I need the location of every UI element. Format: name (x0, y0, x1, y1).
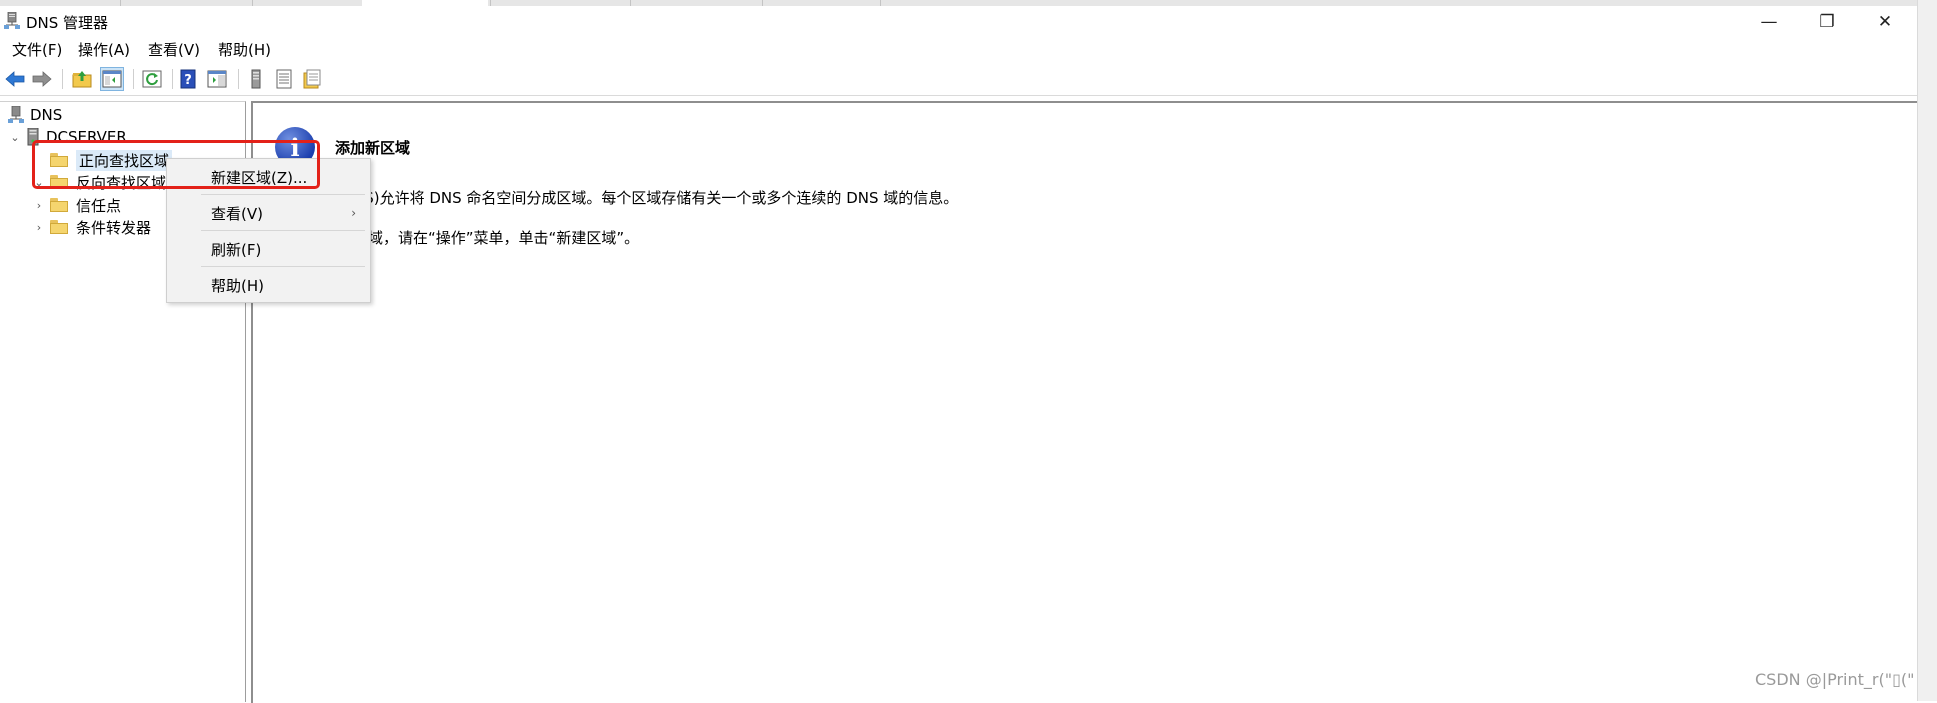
help-button[interactable]: ? (176, 67, 200, 91)
server-button[interactable] (244, 67, 268, 91)
close-button[interactable]: ✕ (1856, 6, 1914, 38)
list-icon (276, 69, 292, 89)
tree-item-label: 反向查找区域 (76, 173, 167, 192)
tree-server-label: DCSERVER (46, 128, 127, 146)
context-menu-help[interactable]: 帮助(H) (167, 271, 370, 299)
help-icon: ? (180, 69, 196, 89)
tree-item-label: 信任点 (76, 196, 122, 215)
menu-file[interactable]: 文件(F) (8, 39, 66, 60)
context-menu-view[interactable]: 查看(V) › (167, 199, 370, 227)
toolbar: ? (0, 63, 1917, 96)
tree-item-forward-lookup-zones[interactable]: 正向查找区域 (36, 149, 173, 171)
properties-button[interactable] (300, 67, 324, 91)
tree-root-label: DNS (30, 106, 63, 124)
menu-view[interactable]: 查看(V) (144, 39, 204, 60)
folder-icon (50, 198, 68, 212)
refresh-button[interactable] (140, 67, 164, 91)
context-menu: 新建区域(Z)... 查看(V) › 刷新(F) 帮助(H) (166, 158, 371, 303)
collapse-chevron-icon[interactable]: ⌄ (32, 176, 46, 189)
tree-item-trust-points[interactable]: › 信任点 (32, 194, 121, 216)
dns-icon (8, 106, 24, 123)
submenu-arrow-icon: › (351, 206, 356, 220)
tree-item-reverse-lookup-zones[interactable]: ⌄ 反向查找区域 (32, 171, 166, 193)
menu-action[interactable]: 操作(A) (74, 39, 134, 60)
svg-text:?: ? (184, 73, 192, 88)
back-arrow-icon (5, 71, 25, 87)
minimize-button[interactable]: — (1740, 6, 1798, 38)
content-instruction: 区域，请在“操作”菜单，单击“新建区域”。 (353, 229, 640, 247)
action-pane-button[interactable] (205, 67, 229, 91)
folder-icon (50, 220, 68, 234)
up-one-level-button[interactable] (70, 67, 94, 91)
show-hide-console-tree-icon (102, 70, 122, 88)
expand-chevron-icon[interactable]: › (32, 199, 46, 212)
menu-help[interactable]: 帮助(H) (214, 39, 275, 60)
server-icon (251, 69, 261, 89)
action-pane-icon (207, 70, 227, 88)
title-bar: DNS 管理器 — ❐ ✕ (0, 6, 1917, 38)
screen-edge (1917, 0, 1937, 701)
folder-icon (50, 175, 68, 189)
tree-item-label: 正向查找区域 (76, 149, 173, 171)
context-menu-new-zone[interactable]: 新建区域(Z)... (167, 163, 370, 191)
context-menu-label: 帮助(H) (211, 276, 264, 295)
tree-item-conditional-forwarders[interactable]: › 条件转发器 (32, 216, 151, 238)
collapse-chevron-icon[interactable]: ⌄ (8, 131, 22, 144)
context-menu-label: 新建区域(Z)... (211, 168, 308, 187)
tree-root-dns[interactable]: DNS (8, 104, 62, 126)
tree-server-dcserver[interactable]: ⌄ DCSERVER (8, 126, 127, 148)
content-description: NS)允许将 DNS 命名空间分成区域。每个区域存储有关一个或多个连续的 DNS… (353, 189, 959, 207)
dns-manager-icon (4, 12, 20, 29)
content-title: 添加新区域 (335, 139, 411, 157)
list-button[interactable] (272, 67, 296, 91)
back-button[interactable] (3, 67, 27, 91)
up-folder-icon (72, 71, 92, 88)
context-menu-label: 刷新(F) (211, 240, 262, 259)
tree-item-label: 条件转发器 (76, 218, 152, 237)
forward-button[interactable] (30, 67, 54, 91)
properties-icon (303, 69, 321, 89)
refresh-icon (142, 70, 162, 88)
watermark: CSDN @|Print_r("▯(" (1755, 670, 1915, 689)
forward-arrow-icon (32, 71, 52, 87)
server-icon (27, 128, 39, 146)
context-menu-refresh[interactable]: 刷新(F) (167, 235, 370, 263)
folder-icon (50, 153, 68, 167)
restore-button[interactable]: ❐ (1798, 6, 1856, 38)
window-title: DNS 管理器 (26, 14, 109, 32)
context-menu-label: 查看(V) (211, 204, 263, 223)
result-pane: i 添加新区域 NS)允许将 DNS 命名空间分成区域。每个区域存储有关一个或多… (251, 101, 1917, 703)
expand-chevron-icon[interactable]: › (32, 221, 46, 234)
show-hide-console-tree-button[interactable] (100, 67, 124, 91)
menu-bar: 文件(F) 操作(A) 查看(V) 帮助(H) (0, 38, 1917, 62)
